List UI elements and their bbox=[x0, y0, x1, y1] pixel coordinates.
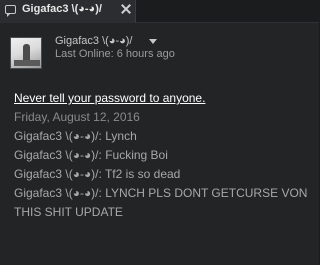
chat-bubble-icon bbox=[5, 5, 16, 17]
chat-header: Gigafac3 \(◕-◕)/ Last Online: 6 hours ag… bbox=[0, 23, 319, 75]
security-warning: Never tell your password to anyone. bbox=[14, 91, 206, 105]
message-sender: Gigafac3 \(◕-◕)/ bbox=[14, 186, 99, 200]
date-divider: Friday, August 12, 2016 bbox=[14, 110, 140, 124]
tab-bar: Gigafac3 \(◕-◕)/ bbox=[0, 0, 319, 23]
message-text: Lynch bbox=[105, 129, 137, 143]
message-sender: Gigafac3 \(◕-◕)/ bbox=[14, 148, 99, 162]
chat-message: Gigafac3 \(◕-◕)/: LYNCH PLS DONT GETCURS… bbox=[14, 186, 308, 219]
chevron-down-icon[interactable] bbox=[149, 39, 157, 44]
message-sender: Gigafac3 \(◕-◕)/ bbox=[14, 167, 99, 181]
last-online-status: Last Online: 6 hours ago bbox=[55, 48, 175, 60]
chat-log: Never tell your password to anyone. Frid… bbox=[14, 89, 314, 222]
chat-message: Gigafac3 \(◕-◕)/: Tf2 is so dead bbox=[14, 167, 181, 181]
chat-message: Gigafac3 \(◕-◕)/: Fucking Boi bbox=[14, 148, 168, 162]
tab-label: Gigafac3 \(◕-◕)/ bbox=[22, 3, 102, 15]
persona-name[interactable]: Gigafac3 \(◕-◕)/ bbox=[55, 35, 132, 47]
chat-window: Gigafac3 \(◕-◕)/ Gigafac3 \(◕-◕)/ Last O… bbox=[0, 0, 319, 265]
chat-message: Gigafac3 \(◕-◕)/: Lynch bbox=[14, 129, 137, 143]
tab-chat-gigafac3[interactable]: Gigafac3 \(◕-◕)/ bbox=[0, 0, 136, 23]
message-text: Fucking Boi bbox=[105, 148, 168, 162]
close-icon[interactable] bbox=[121, 4, 131, 14]
avatar-base bbox=[14, 60, 40, 66]
message-text: Tf2 is so dead bbox=[104, 167, 181, 181]
avatar[interactable] bbox=[10, 37, 42, 69]
message-sender: Gigafac3 \(◕-◕)/ bbox=[14, 129, 99, 143]
